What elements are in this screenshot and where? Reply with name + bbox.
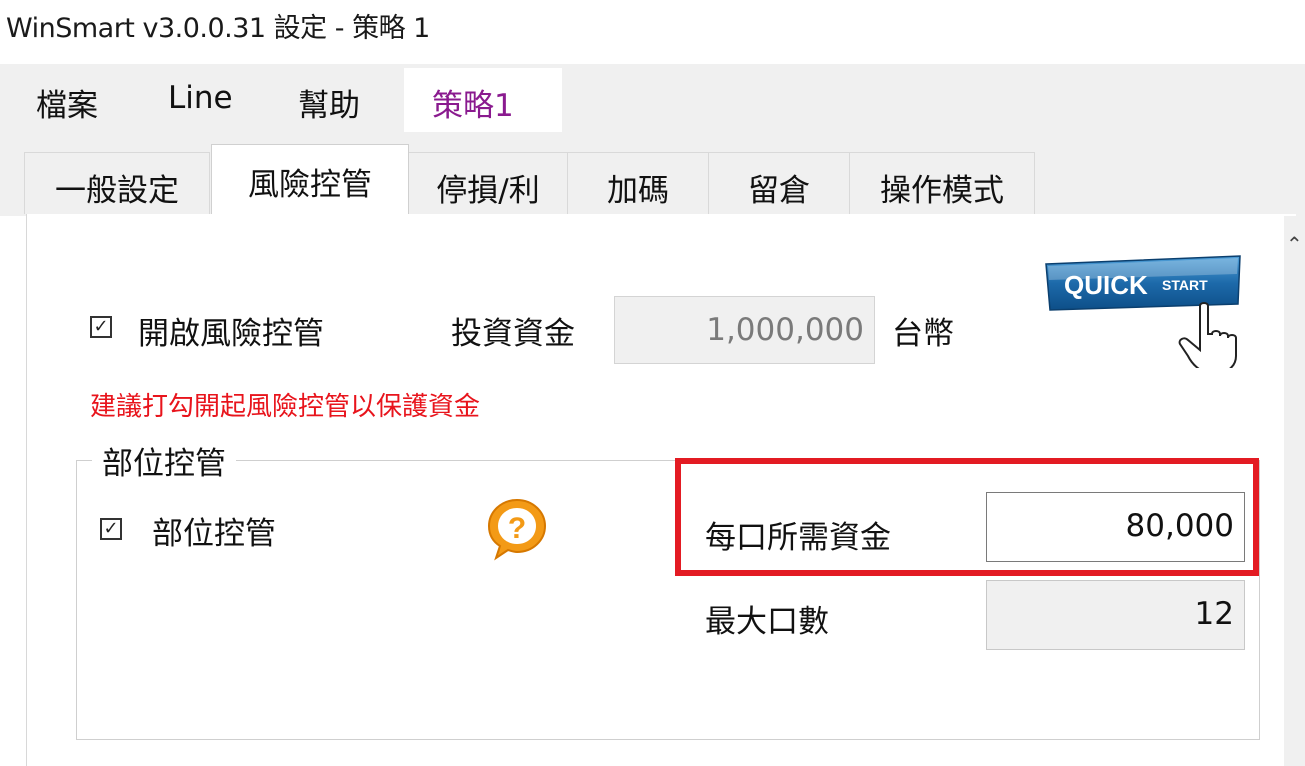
menu-file[interactable]: 檔案 bbox=[36, 80, 98, 125]
help-icon[interactable]: ? bbox=[484, 496, 550, 566]
svg-text:QUICK: QUICK bbox=[1064, 270, 1148, 300]
tab-risk-control[interactable]: 風險控管 bbox=[211, 144, 409, 218]
max-contracts-field[interactable]: 12 bbox=[986, 580, 1245, 650]
vertical-scrollbar[interactable]: ⌃ bbox=[1284, 216, 1305, 766]
currency-label: 台幣 bbox=[892, 316, 954, 352]
title-bar: WinSmart v3.0.0.31 設定 - 策略 1 bbox=[0, 0, 1305, 64]
svg-text:?: ? bbox=[508, 512, 526, 545]
menu-strategy-1[interactable]: 策略1 bbox=[404, 68, 562, 132]
svg-text:START: START bbox=[1162, 277, 1208, 293]
position-control-checkbox[interactable]: ✓ bbox=[100, 518, 122, 540]
quick-start-icon: QUICK START bbox=[1045, 255, 1241, 373]
quick-start-button[interactable]: QUICK START bbox=[1040, 250, 1246, 373]
window-title: WinSmart v3.0.0.31 設定 - 策略 1 bbox=[6, 13, 430, 44]
risk-warning-text: 建議打勾開起風險控管以保護資金 bbox=[90, 392, 481, 422]
menu-help[interactable]: 幫助 bbox=[298, 80, 360, 125]
tab-overnight-label: 留倉 bbox=[748, 173, 810, 209]
enable-risk-control-label: 開啟風險控管 bbox=[138, 316, 324, 352]
tab-add-position[interactable]: 加碼 bbox=[567, 152, 709, 214]
tab-stop-loss-profit-label: 停損/利 bbox=[436, 173, 540, 209]
tab-add-position-label: 加碼 bbox=[607, 173, 669, 209]
investment-capital-field[interactable]: 1,000,000 bbox=[614, 296, 875, 364]
tab-risk-control-label: 風險控管 bbox=[248, 167, 372, 203]
tab-operation-mode-label: 操作模式 bbox=[880, 173, 1004, 209]
menu-bar: 檔案 Line 幫助 策略1 bbox=[0, 64, 1305, 132]
margin-per-contract-input[interactable]: 80,000 bbox=[986, 492, 1245, 562]
scroll-up-icon[interactable]: ⌃ bbox=[1286, 232, 1303, 256]
margin-per-contract-value: 80,000 bbox=[1125, 508, 1234, 544]
position-control-group-title: 部位控管 bbox=[92, 438, 236, 483]
menu-strategy-1-label: 策略1 bbox=[432, 88, 514, 124]
max-contracts-label: 最大口數 bbox=[705, 604, 829, 640]
menu-line[interactable]: Line bbox=[168, 80, 233, 116]
investment-capital-label: 投資資金 bbox=[451, 316, 575, 352]
settings-tabs: 一般設定 停損/利 加碼 留倉 操作模式 風險控管 bbox=[0, 132, 1305, 218]
investment-capital-value: 1,000,000 bbox=[706, 312, 864, 348]
margin-per-contract-label: 每口所需資金 bbox=[705, 520, 891, 556]
tab-general[interactable]: 一般設定 bbox=[24, 152, 210, 214]
position-control-label: 部位控管 bbox=[152, 516, 276, 552]
tab-stop-loss-profit[interactable]: 停損/利 bbox=[408, 152, 568, 214]
enable-risk-control-checkbox[interactable]: ✓ bbox=[90, 316, 112, 338]
tab-overnight[interactable]: 留倉 bbox=[708, 152, 850, 214]
tab-general-label: 一般設定 bbox=[55, 173, 179, 209]
tab-operation-mode[interactable]: 操作模式 bbox=[849, 152, 1035, 214]
max-contracts-value: 12 bbox=[1194, 596, 1234, 632]
